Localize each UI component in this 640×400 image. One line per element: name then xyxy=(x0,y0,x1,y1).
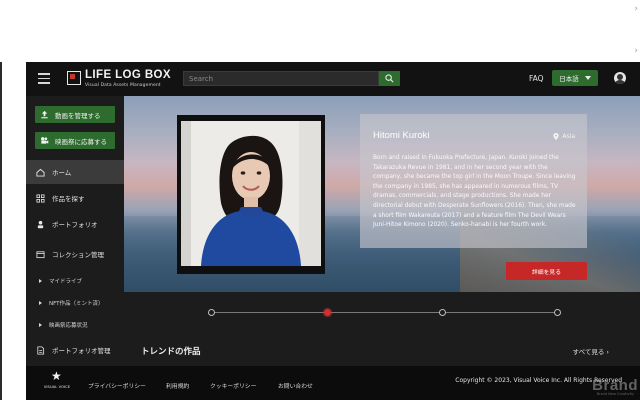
timeline-track xyxy=(211,312,558,313)
language-select[interactable]: 日本語 xyxy=(552,70,598,86)
sidebar-subitem-label: 映画祭応募状況 xyxy=(49,323,88,329)
logo-title[interactable]: LIFE LOG BOX xyxy=(85,69,171,81)
person-icon xyxy=(37,220,44,228)
sidebar-action-label: 動画を管理する xyxy=(55,111,101,120)
profile-bio: Born and raised in Fukuoka Prefecture, J… xyxy=(373,155,576,229)
logo-wordmark: VISUAL VOICE xyxy=(43,385,71,389)
search-button[interactable] xyxy=(379,71,400,86)
triangle-right-icon xyxy=(39,301,42,305)
grid-icon xyxy=(36,193,45,203)
star-logo-icon: ★ xyxy=(51,369,62,383)
app-header: LIFE LOG BOX Visual Data Assets Manageme… xyxy=(26,62,640,96)
brand-watermark-tagline: Brand New Creativity xyxy=(596,392,634,396)
profile-card: Hitomi Kuroki Asia Born and raised in Fu… xyxy=(360,114,587,248)
sidebar-item-portfolio-manage[interactable]: ポートフォリオ管理 xyxy=(26,338,124,362)
upload-icon xyxy=(41,110,48,119)
featured-person-photo[interactable] xyxy=(177,115,325,274)
hero-banner: Hitomi Kuroki Asia Born and raised in Fu… xyxy=(124,96,640,292)
sidebar-subitem-label: マイドライブ xyxy=(49,279,83,285)
sidebar-action-label: 映画祭に応募する xyxy=(55,137,107,146)
timeline-dot[interactable] xyxy=(324,309,331,316)
sidebar-item-label: ホーム xyxy=(52,169,72,177)
trending-title: トレンドの作品 xyxy=(141,347,201,357)
timeline-dot[interactable] xyxy=(208,309,215,316)
cookie-policy-link[interactable]: クッキーポリシー xyxy=(210,381,256,390)
film-camera-icon xyxy=(41,137,49,144)
window-edge xyxy=(0,62,2,400)
carousel-timeline xyxy=(124,292,640,332)
sidebar-item-label: 作品を探す xyxy=(52,195,85,203)
apply-film-festival-button[interactable]: 映画祭に応募する xyxy=(35,132,115,149)
home-icon xyxy=(36,168,45,177)
sidebar-subitem-my-drive[interactable]: マイドライブ xyxy=(26,273,124,289)
portrait-illustration xyxy=(181,121,321,266)
manage-videos-button[interactable]: 動画を管理する xyxy=(35,106,115,123)
language-label: 日本語 xyxy=(559,75,579,83)
sidebar-subitem-nft[interactable]: NFT作品（ミント済） xyxy=(26,295,124,311)
portrait-image xyxy=(181,121,321,266)
sidebar-item-label: ポートフォリオ xyxy=(52,221,98,229)
logo-mark-icon xyxy=(67,71,81,85)
profile-name: Hitomi Kuroki xyxy=(373,130,430,141)
collection-icon xyxy=(36,250,45,258)
site-footer: ★ VISUAL VOICE プライバシーポリシー 利用規約 クッキーポリシー … xyxy=(26,366,640,400)
sidebar-subitem-festival-status[interactable]: 映画祭応募状況 xyxy=(26,317,124,333)
document-icon xyxy=(37,345,45,355)
privacy-policy-link[interactable]: プライバシーポリシー xyxy=(88,381,146,390)
faq-link[interactable]: FAQ xyxy=(529,74,544,83)
search-icon xyxy=(385,74,394,83)
edge-chevron-icon: › xyxy=(634,4,638,14)
caret-down-icon xyxy=(584,76,591,80)
triangle-right-icon xyxy=(39,279,42,283)
contact-link[interactable]: お問い合わせ xyxy=(278,381,313,390)
timeline-dot[interactable] xyxy=(554,309,561,316)
see-all-link[interactable]: すべて見る › xyxy=(573,346,609,356)
sidebar-item-collection[interactable]: コレクション管理 xyxy=(26,242,124,266)
trending-section-header: トレンドの作品 すべて見る › xyxy=(124,332,640,366)
hamburger-menu-icon[interactable] xyxy=(38,73,50,84)
user-avatar[interactable] xyxy=(614,72,626,84)
profile-location-label: Asia xyxy=(562,133,575,140)
sidebar-item-label: ポートフォリオ管理 xyxy=(52,347,111,355)
timeline-dot[interactable] xyxy=(439,309,446,316)
sidebar-item-portfolio[interactable]: ポートフォリオ xyxy=(26,212,124,236)
visual-voice-logo[interactable]: ★ VISUAL VOICE xyxy=(42,370,72,396)
screen: › › LIFE LOG BOX Visual Data Assets Mana… xyxy=(0,0,640,400)
logo-subtitle: Visual Data Assets Management xyxy=(85,83,161,88)
sidebar: 動画を管理する 映画祭に応募する ホーム 作品を探す ポートフォリオ コレクショ… xyxy=(26,96,124,366)
triangle-right-icon xyxy=(39,323,42,327)
terms-link[interactable]: 利用規約 xyxy=(166,381,189,390)
sidebar-item-explore[interactable]: 作品を探す xyxy=(26,186,124,210)
view-details-button[interactable]: 詳細を見る xyxy=(506,262,587,280)
profile-location: Asia xyxy=(553,133,575,140)
sidebar-subitem-label: NFT作品（ミント済） xyxy=(49,301,104,307)
edge-chevron-icon: › xyxy=(634,46,638,56)
location-pin-icon xyxy=(553,133,560,140)
search-input[interactable] xyxy=(183,71,379,86)
sidebar-item-home[interactable]: ホーム xyxy=(26,160,124,184)
sidebar-item-label: コレクション管理 xyxy=(52,251,104,259)
